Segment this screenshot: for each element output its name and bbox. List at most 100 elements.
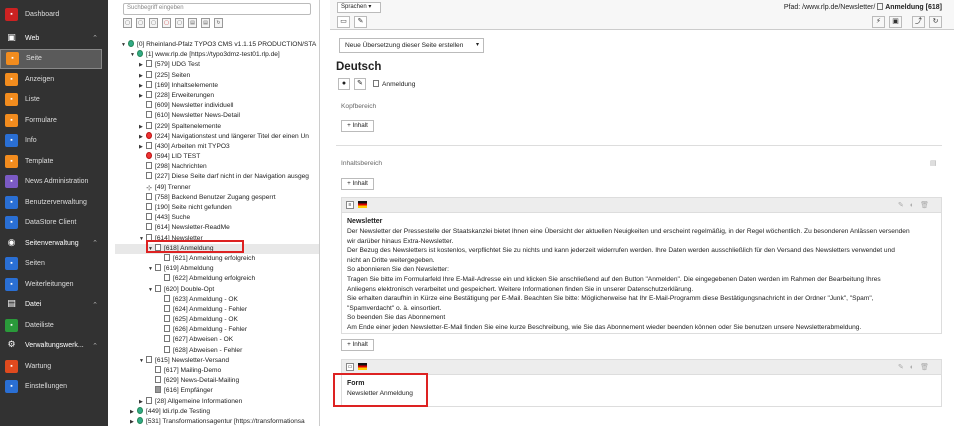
chevron-up-icon[interactable]: ⌃ [92,342,98,350]
tree-node-label[interactable]: [629] News-Detail-Mailing [164,377,239,384]
tree-node[interactable]: [625] Abmeldung - OK [115,315,319,325]
chevron-up-icon[interactable]: ⌃ [92,239,98,247]
tree-node[interactable]: ▶ [229] Spaltenelemente [115,121,319,132]
expand-toggle-icon[interactable]: ▼ [139,356,146,366]
page-icon[interactable] [146,80,152,88]
module-item[interactable]: ▪ Benutzerverwaltung [0,192,108,213]
tree-node[interactable]: [443] Suche [115,213,319,223]
chevron-up-icon[interactable]: ⌃ [92,301,98,309]
module-group[interactable]: ⚙ Verwaltungswerk... ⌃ [0,336,108,357]
page-icon[interactable] [146,90,152,98]
tree-node[interactable]: [628] Abweisen - Fehler [115,345,319,356]
module-item[interactable]: ▪ Einstellungen [0,377,108,398]
tree-node[interactable]: ▶ [449] ldi.rlp.de Testing [115,406,319,417]
page-icon[interactable] [146,396,152,404]
tree-node-label[interactable]: [617] Mailing-Demo [164,367,221,374]
tree-node[interactable]: ▶ [228] Erweiterungen [115,90,319,101]
tree-node-label[interactable]: [443] Suche [155,214,190,221]
page-type-icon[interactable]: ▢ [136,18,145,28]
expand-toggle-icon[interactable]: ▶ [139,142,146,152]
page-icon[interactable] [164,335,170,343]
tree-node[interactable]: [624] Anmeldung - Fehler [115,304,319,315]
tree-node-label[interactable]: [627] Abweisen - OK [173,336,233,343]
page-icon[interactable] [128,40,134,47]
page-icon[interactable] [137,416,143,424]
page-icon[interactable] [164,304,170,312]
element-tools[interactable]: ✎◐🗑 [898,363,935,371]
expand-toggle-icon[interactable]: ▶ [139,81,146,91]
page-type-icon[interactable]: ▢ [162,18,171,28]
chevron-up-icon[interactable]: ⌃ [92,34,98,42]
tree-node-label[interactable]: [610] Newsletter News-Detail [155,112,240,119]
expand-toggle-icon[interactable]: ▼ [148,285,155,295]
tree-node-label[interactable]: [531] Transformationsagentur [https://tr… [146,418,305,425]
tree-node[interactable]: [610] Newsletter News-Detail [115,111,319,121]
expand-toggle-icon[interactable]: ▶ [130,417,137,426]
page-icon[interactable] [146,70,152,78]
module-item[interactable]: ▪ Liste [0,90,108,111]
module-group[interactable]: ▣ Web ⌃ [0,28,108,49]
tree-node[interactable]: ▼ [0] Rheinland-Pfalz TYPO3 CMS v1.1.15 P… [115,40,319,50]
module-item[interactable]: ▪ Info [0,131,108,152]
expand-toggle-icon[interactable]: ▼ [121,40,128,50]
tree-node-label[interactable]: [619] Abmeldung [164,265,214,272]
expand-toggle-icon[interactable]: ▶ [139,91,146,101]
page-icon[interactable] [146,203,152,210]
page-icon[interactable] [164,325,170,333]
link-icon[interactable]: ↻ [214,18,223,28]
tree-node-label[interactable]: [626] Abmeldung - Fehler [173,326,247,333]
content-element-newsletter[interactable]: ≡ ✎◐🗑 Newsletter Der Newsletter der Press… [341,197,942,334]
new-page-icon[interactable]: ▢ [123,18,132,28]
folder-icon[interactable]: ▤ [188,18,197,28]
tree-node-label[interactable]: [594] LID TEST [155,153,200,160]
add-content-button[interactable]: + Inhalt [341,178,374,190]
tree-node-label[interactable]: [169] Inhaltselemente [155,82,218,89]
share-icon[interactable]: ⤴ [912,16,925,28]
expand-toggle-icon[interactable]: ▶ [139,132,146,142]
page-icon[interactable] [146,172,152,180]
page-type-icon[interactable]: ▢ [175,18,184,28]
module-item[interactable]: ▪ Seiten [0,254,108,275]
module-item[interactable]: ▪ Wartung [0,356,108,377]
tree-node-label[interactable]: [0] Rheinland-Pfalz TYPO3 CMS v1.1.15 PR… [137,41,316,48]
module-item[interactable]: ▪ Dateiliste [0,315,108,336]
tree-node[interactable]: ▶ [225] Seiten [115,70,319,81]
tree-node[interactable]: ▼ [619] Abmeldung [115,264,319,274]
tree-node-label[interactable]: [298] Nachrichten [155,163,207,170]
tree-node-label[interactable]: [579] UDG Test [155,61,200,68]
tree-node[interactable]: [616] Empfänger [115,386,319,396]
module-item[interactable]: ▪ Dashboard [0,0,108,28]
page-icon[interactable] [146,111,152,119]
tree-node[interactable]: [609] Newsletter individuell [115,101,319,111]
tree-node-label[interactable]: [625] Abmeldung - OK [173,316,238,323]
module-item[interactable]: ▪ Template [0,151,108,172]
module-item[interactable]: ▪ DataStore Client [0,213,108,234]
page-type-icon[interactable]: ▢ [149,18,158,28]
tree-node-label[interactable]: [624] Anmeldung - Fehler [173,306,247,313]
eye-icon[interactable]: ● [338,78,350,90]
page-icon[interactable] [137,50,143,58]
refresh-icon[interactable]: ↻ [929,16,942,28]
page-icon[interactable] [146,141,152,149]
recycler-icon[interactable]: ▤ [201,18,210,28]
tree-node-label[interactable]: [616] Empfänger [164,387,213,394]
expand-toggle-icon[interactable]: ▶ [130,407,137,417]
language-select[interactable]: Sprachen ▾ [337,2,381,13]
tree-node-label[interactable]: [49] Trenner [155,184,191,191]
tree-node[interactable]: [626] Abmeldung - Fehler [115,325,319,335]
tree-node[interactable]: [627] Abweisen - OK [115,335,319,345]
tree-node-label[interactable]: [623] Anmeldung - OK [173,296,238,303]
tree-node-label[interactable]: [228] Erweiterungen [155,92,214,99]
tree-node-label[interactable]: [758] Backend Benutzer Zugang gesperrt [155,194,276,201]
tree-node[interactable]: ▼ [615] Newsletter-Versand [115,355,319,366]
expand-toggle-icon[interactable]: ▶ [139,60,146,70]
tree-node-label[interactable]: [621] Anmeldung erfolgreich [173,255,255,262]
module-item[interactable]: ▪ Anzeigen [0,69,108,90]
page-icon[interactable] [146,213,152,221]
element-tools[interactable]: ✎◐🗑 [898,201,935,209]
tree-node-label[interactable]: [190] Seite nicht gefunden [155,204,232,211]
tree-node[interactable]: ⊹ [49] Trenner [115,183,319,193]
tree-node-label[interactable]: [620] Double-Opt [164,286,214,293]
expand-toggle-icon[interactable]: ▼ [148,264,155,274]
page-icon[interactable] [155,376,161,384]
